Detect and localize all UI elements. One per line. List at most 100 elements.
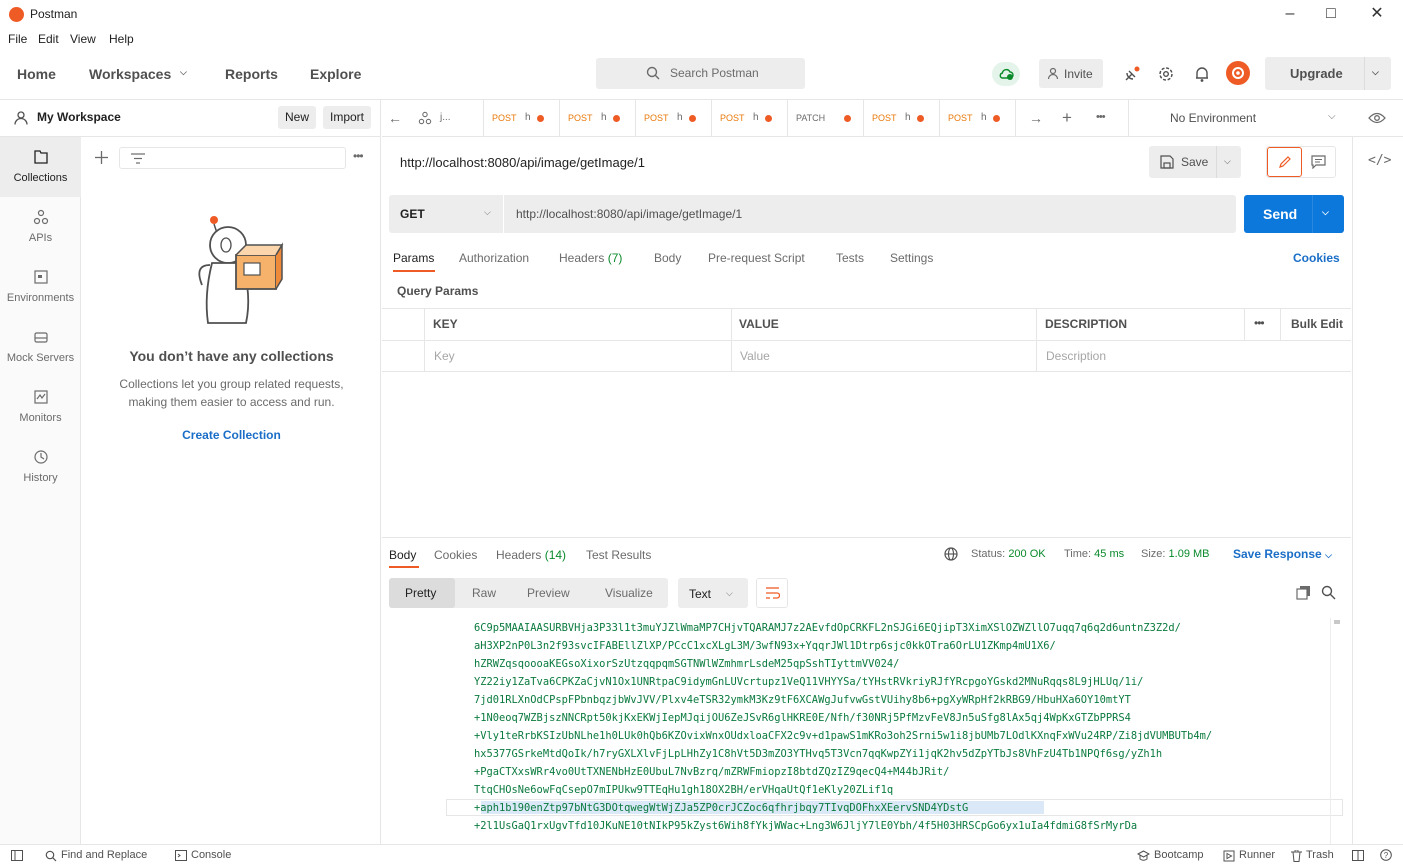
plus-icon[interactable]: + (1062, 108, 1072, 128)
nav-reports[interactable]: Reports (225, 66, 278, 82)
trash-button[interactable]: Trash (1306, 849, 1334, 861)
rail-item-history[interactable]: History (0, 437, 81, 497)
method-select[interactable]: GET (400, 207, 425, 221)
new-button[interactable]: New (278, 106, 317, 129)
bulk-edit-button[interactable]: Bulk Edit (1291, 317, 1343, 331)
query-params-heading: Query Params (397, 284, 479, 298)
tab-params[interactable]: Params (393, 251, 434, 265)
satellite-icon[interactable] (1121, 63, 1143, 85)
copy-icon[interactable] (1296, 585, 1311, 600)
cookies-link[interactable]: Cookies (1293, 251, 1340, 265)
sync-cloud-icon[interactable] (992, 62, 1020, 86)
description-input[interactable]: Description (1046, 349, 1106, 363)
tab-6[interactable]: POST h (864, 100, 940, 137)
tab-4[interactable]: POST h (712, 100, 788, 137)
response-tab-body[interactable]: Body (389, 548, 416, 562)
more-options-icon[interactable]: ••• (1096, 111, 1106, 123)
tab-0[interactable]: j... (408, 100, 484, 137)
rail-item-apis[interactable]: APIs (0, 197, 81, 257)
rail-item-mock-servers[interactable]: Mock Servers (0, 317, 81, 377)
code-icon[interactable]: </> (1368, 153, 1391, 168)
rail-item-monitors[interactable]: Monitors (0, 377, 81, 437)
comment-icon[interactable] (1311, 155, 1326, 169)
save-button[interactable]: Save ⌵ (1149, 146, 1241, 178)
response-tab-cookies[interactable]: Cookies (434, 548, 477, 562)
response-tab-headers[interactable]: Headers (14) (496, 548, 566, 562)
two-pane-icon[interactable] (1352, 850, 1364, 861)
runner-button[interactable]: Runner (1239, 849, 1275, 861)
import-button[interactable]: Import (323, 106, 372, 129)
plus-icon[interactable] (95, 151, 108, 164)
view-visualize[interactable]: Visualize (605, 586, 653, 600)
settings-gear-icon[interactable] (1155, 63, 1177, 85)
search-box[interactable]: Search Postman (596, 58, 805, 89)
notification-bell-icon[interactable] (1191, 63, 1213, 85)
send-button[interactable]: Send ⌵ (1244, 195, 1344, 233)
tab-1[interactable]: POST h (484, 100, 560, 137)
value-input[interactable]: Value (740, 349, 770, 363)
format-select[interactable]: Text ⌵ (678, 578, 748, 608)
menu-view[interactable]: View (70, 32, 96, 46)
tab-body[interactable]: Body (654, 251, 681, 265)
scroll-thumb[interactable] (1334, 620, 1340, 624)
search-icon[interactable] (1321, 585, 1336, 600)
format-label: Text (689, 587, 712, 601)
wrap-lines-button[interactable] (756, 578, 788, 608)
environment-select[interactable]: No Environment ⌵ (1148, 100, 1368, 137)
more-options-icon[interactable]: ••• (353, 149, 364, 163)
arrow-left-icon[interactable]: ← (388, 110, 402, 126)
tab-3[interactable]: POST h (636, 100, 712, 137)
edit-button[interactable] (1267, 147, 1302, 177)
view-raw[interactable]: Raw (472, 586, 496, 600)
tab-headers[interactable]: Headers (7) (559, 251, 622, 265)
url-input[interactable]: http://localhost:8080/api/image/getImage… (516, 207, 742, 221)
tab-5[interactable]: PATCH (788, 100, 864, 137)
view-pretty[interactable]: Pretty (405, 586, 436, 600)
request-title[interactable]: http://localhost:8080/api/image/getImage… (400, 155, 645, 170)
tab-title: h (981, 112, 987, 123)
tab-settings[interactable]: Settings (890, 251, 933, 265)
rail-item-collections[interactable]: Collections (0, 137, 81, 197)
tab-tests[interactable]: Tests (836, 251, 864, 265)
chevron-down-icon[interactable]: ⌵ (1322, 207, 1329, 218)
bootcamp-button[interactable]: Bootcamp (1154, 849, 1204, 861)
nav-workspaces[interactable]: Workspaces (89, 66, 171, 82)
chevron-down-icon[interactable]: ⌵ (484, 207, 491, 218)
rail-item-environments[interactable]: Environments (0, 257, 81, 317)
tab-pre-request-script[interactable]: Pre-request Script (708, 251, 805, 265)
save-response-button[interactable]: Save Response ⌵ (1233, 547, 1332, 561)
help-icon[interactable]: ? (1380, 849, 1392, 861)
close-icon[interactable]: ✕ (1365, 4, 1389, 24)
find-replace-button[interactable]: Find and Replace (61, 849, 147, 861)
console-button[interactable]: Console (191, 849, 231, 861)
globe-icon[interactable] (944, 547, 958, 561)
response-tab-test-results[interactable]: Test Results (586, 548, 651, 562)
create-collection-link[interactable]: Create Collection (82, 428, 381, 442)
filter-input[interactable] (119, 147, 346, 169)
avatar[interactable] (1226, 61, 1250, 85)
toggle-sidebar-icon[interactable] (11, 850, 23, 861)
chevron-down-icon[interactable]: ⌵ (1224, 156, 1231, 167)
nav-home[interactable]: Home (17, 66, 56, 82)
chevron-down-icon[interactable]: ⌵ (1372, 67, 1379, 78)
maximize-icon[interactable]: □ (1319, 4, 1343, 24)
status-readout: Status: 200 OK (971, 548, 1046, 560)
tab-2[interactable]: POST h (560, 100, 636, 137)
view-preview[interactable]: Preview (527, 586, 570, 600)
tab-authorization[interactable]: Authorization (459, 251, 529, 265)
arrow-right-icon[interactable]: → (1029, 110, 1043, 126)
workspace-name[interactable]: My Workspace (37, 110, 121, 124)
menu-help[interactable]: Help (109, 32, 134, 46)
scrollbar[interactable] (1330, 618, 1342, 844)
invite-button[interactable]: Invite (1039, 59, 1103, 88)
more-options-icon[interactable]: ••• (1254, 316, 1265, 330)
eye-icon[interactable] (1368, 112, 1386, 124)
nav-explore[interactable]: Explore (310, 66, 361, 82)
minimize-icon[interactable]: – (1278, 4, 1302, 24)
key-input[interactable]: Key (434, 349, 455, 363)
menu-edit[interactable]: Edit (38, 32, 59, 46)
menu-file[interactable]: File (8, 32, 27, 46)
response-body-editor[interactable]: 6C9p5MAAIAASURBVHja3P33l1t3muYJZlWmaMP7C… (389, 618, 1343, 844)
upgrade-button[interactable]: Upgrade ⌵ (1265, 57, 1391, 90)
tab-7[interactable]: POST h (940, 100, 1016, 137)
